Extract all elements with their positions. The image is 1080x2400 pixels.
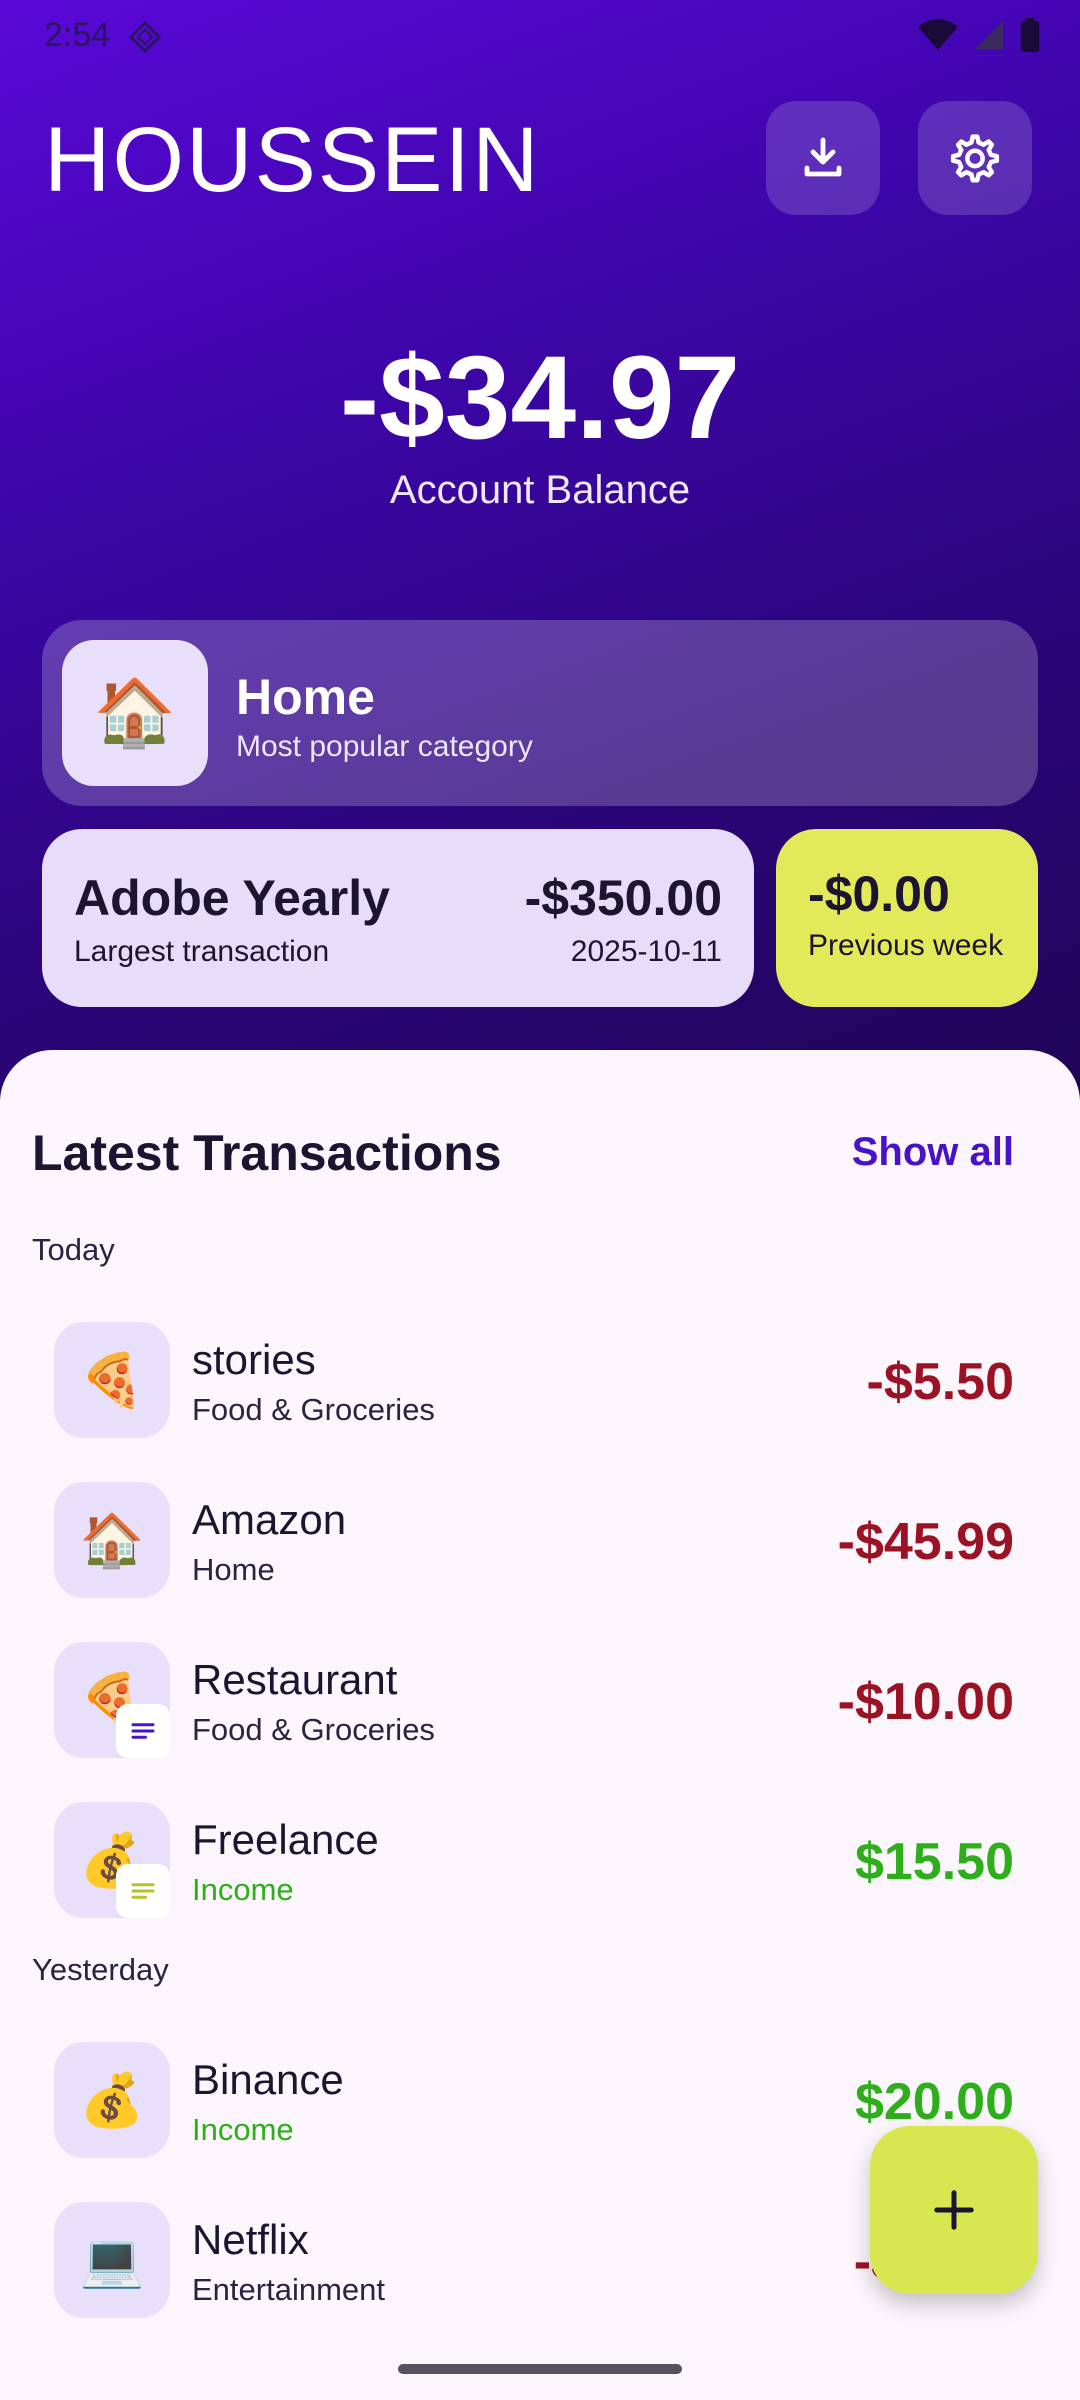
transaction-name: Freelance [192,1816,379,1863]
transaction-amount: -$5.50 [866,1353,1014,1411]
transaction-name: Restaurant [192,1656,398,1703]
status-time: 2:54 [44,16,111,54]
download-button[interactable] [766,101,880,215]
screen: 2:54 HOUSSEIN -$34.97 Account Balance 🏠 … [0,0,1080,2400]
transaction-category: Entertainment [192,2272,385,2307]
battery-icon [1020,18,1040,52]
transaction-amount: -$45.99 [837,1513,1014,1571]
transaction-row[interactable]: 💰 Freelance Income $15.50 [0,1802,1080,1962]
largest-transaction-card[interactable]: Adobe Yearly -$350.00 Largest transactio… [42,829,754,1007]
plus-icon [934,2190,974,2230]
largest-transaction-label: Largest transaction [74,935,330,968]
wifi-icon [918,19,958,50]
page-title: HOUSSEIN [44,109,541,211]
transaction-name: Netflix [192,2216,309,2263]
largest-transaction-amount: -$350.00 [524,870,722,926]
transaction-amount: -$10.00 [837,1673,1014,1731]
transaction-name: Amazon [192,1496,347,1543]
section-title: Latest Transactions [32,1125,502,1181]
transaction-row[interactable]: 🍕 stories Food & Groceries -$5.50 [0,1322,1080,1482]
transaction-amount: $20.00 [854,2073,1014,2131]
popular-category-subtitle: Most popular category [236,730,533,763]
popular-category-name: Home [236,669,375,725]
note-icon [116,1864,170,1918]
account-balance-label: Account Balance [389,468,691,512]
previous-week-card[interactable]: -$0.00 Previous week [776,829,1038,1007]
download-icon [804,137,842,177]
status-bar: 2:54 [0,0,1080,72]
gesture-nav-handle[interactable] [398,2364,682,2374]
previous-week-amount: -$0.00 [808,866,950,922]
signal-icon [974,20,1004,50]
show-all-link[interactable]: Show all [852,1130,1014,1175]
transaction-category: Income [192,1872,294,1907]
transaction-name: Binance [192,2056,344,2103]
pizza-icon: 🍕 [54,1322,170,1438]
house-icon: 🏠 [54,1482,170,1598]
house-icon: 🏠 [62,640,208,786]
popular-category-card[interactable]: 🏠 Home Most popular category [42,620,1038,806]
note-icon [116,1704,170,1758]
transaction-category: Income [192,2112,294,2147]
transaction-category: Food & Groceries [192,1712,435,1747]
group-label-yesterday: Yesterday [32,1952,169,1987]
notification-icon [128,20,162,54]
money-bag-icon: 💰 [54,2042,170,2158]
transaction-name: stories [192,1336,316,1383]
transaction-amount: $15.50 [854,1833,1014,1891]
group-label-today: Today [32,1232,115,1267]
laptop-icon: 💻 [54,2202,170,2318]
transaction-row[interactable]: 🍕 Restaurant Food & Groceries -$10.00 [0,1642,1080,1802]
largest-transaction-name: Adobe Yearly [74,870,390,926]
status-icons [918,18,1040,52]
transaction-category: Home [192,1552,275,1587]
transaction-category: Food & Groceries [192,1392,435,1427]
transaction-row[interactable]: 🏠 Amazon Home -$45.99 [0,1482,1080,1642]
previous-week-label: Previous week [808,929,1004,962]
account-balance-amount: -$34.97 [339,332,741,464]
largest-transaction-date: 2025-10-11 [570,935,722,968]
settings-button[interactable] [918,101,1032,215]
gear-icon [950,134,1000,183]
add-transaction-button[interactable] [870,2126,1038,2294]
